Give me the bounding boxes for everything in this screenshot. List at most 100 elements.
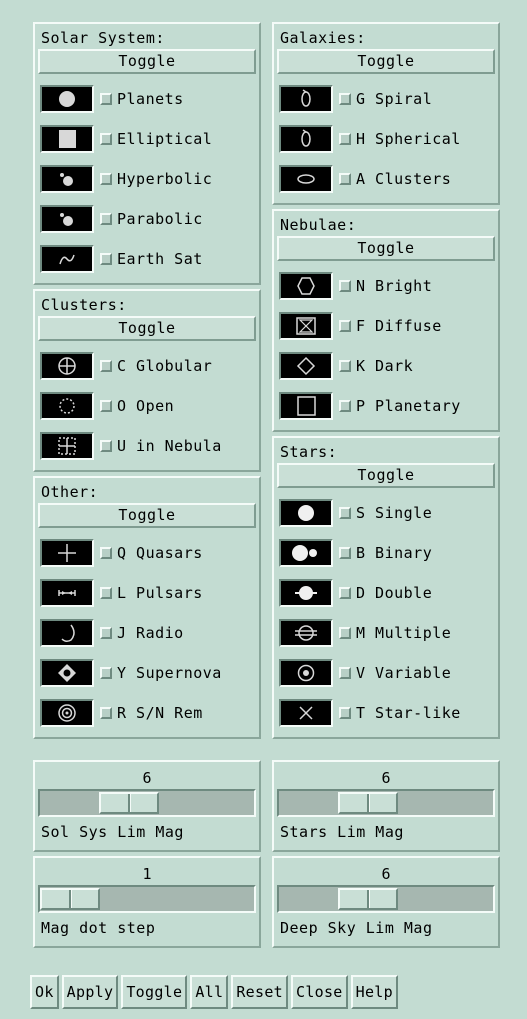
toggle-button[interactable]: Toggle: [121, 975, 188, 1009]
spiral-galaxy-icon: [279, 85, 333, 113]
clusters-toggle-button[interactable]: Toggle: [38, 316, 256, 341]
stars-lim-mag-value: 6: [381, 769, 391, 787]
cluster-in-nebula-icon: [40, 432, 94, 460]
filter-row-multiple[interactable]: M Multiple: [277, 613, 495, 653]
nebulae-toggle-button[interactable]: Toggle: [277, 236, 495, 261]
stars-toggle-button[interactable]: Toggle: [277, 463, 495, 488]
stars-lim-mag-panel: 6 Stars Lim Mag: [272, 760, 500, 852]
globular-checkbox[interactable]: [100, 360, 112, 372]
parabolic-label: Parabolic: [117, 210, 203, 228]
filter-row-open[interactable]: O Open: [38, 386, 256, 426]
deep-sky-lim-mag-slider[interactable]: [277, 885, 495, 913]
nebulae-title: Nebulae:: [280, 216, 357, 234]
planets-label: Planets: [117, 90, 184, 108]
filter-row-pulsars[interactable]: L Pulsars: [38, 573, 256, 613]
filter-row-earth-sat[interactable]: Earth Sat: [38, 239, 256, 279]
bright-label: N Bright: [356, 277, 433, 295]
supernova-checkbox[interactable]: [100, 667, 112, 679]
diffuse-nebula-icon: [279, 312, 333, 340]
stars-lim-mag-slider[interactable]: [277, 789, 495, 817]
sol-sys-lim-mag-value: 6: [142, 769, 152, 787]
bright-checkbox[interactable]: [339, 280, 351, 292]
open-cluster-icon: [40, 392, 94, 420]
quasars-checkbox[interactable]: [100, 547, 112, 559]
mag-dot-step-slider[interactable]: [38, 885, 256, 913]
elliptical-checkbox[interactable]: [100, 133, 112, 145]
filter-row-quasars[interactable]: Q Quasars: [38, 533, 256, 573]
radio-checkbox[interactable]: [100, 627, 112, 639]
all-button[interactable]: All: [190, 975, 229, 1009]
sol-sys-lim-mag-label: Sol Sys Lim Mag: [41, 823, 184, 841]
filter-row-single[interactable]: S Single: [277, 493, 495, 533]
filter-row-in-nebula[interactable]: U in Nebula: [38, 426, 256, 466]
dark-label: K Dark: [356, 357, 414, 375]
parabolic-checkbox[interactable]: [100, 213, 112, 225]
diffuse-checkbox[interactable]: [339, 320, 351, 332]
planets-checkbox[interactable]: [100, 93, 112, 105]
filter-row-double[interactable]: D Double: [277, 573, 495, 613]
filter-row-globular[interactable]: C Globular: [38, 346, 256, 386]
filter-row-spherical[interactable]: H Spherical: [277, 119, 495, 159]
galaxies-toggle-button[interactable]: Toggle: [277, 49, 495, 74]
multiple-checkbox[interactable]: [339, 627, 351, 639]
filter-row-parabolic[interactable]: Parabolic: [38, 199, 256, 239]
earth-sat-checkbox[interactable]: [100, 253, 112, 265]
spherical-checkbox[interactable]: [339, 133, 351, 145]
quasar-cross-icon: [40, 539, 94, 567]
spherical-label: H Spherical: [356, 130, 461, 148]
pulsars-checkbox[interactable]: [100, 587, 112, 599]
filter-row-binary[interactable]: B Binary: [277, 533, 495, 573]
filter-row-hyperbolic[interactable]: Hyperbolic: [38, 159, 256, 199]
open-checkbox[interactable]: [100, 400, 112, 412]
help-button[interactable]: Help: [350, 975, 398, 1009]
reset-button[interactable]: Reset: [231, 975, 288, 1009]
filter-row-spiral[interactable]: G Spiral: [277, 79, 495, 119]
filter-row-planets[interactable]: Planets: [38, 79, 256, 119]
diffuse-label: F Diffuse: [356, 317, 442, 335]
filter-row-star-like[interactable]: T Star-like: [277, 693, 495, 733]
filter-row-planetary[interactable]: P Planetary: [277, 386, 495, 426]
planetary-checkbox[interactable]: [339, 400, 351, 412]
sn-rem-label: R S/N Rem: [117, 704, 203, 722]
ok-button[interactable]: Ok: [30, 975, 59, 1009]
filter-row-radio[interactable]: J Radio: [38, 613, 256, 653]
in-nebula-checkbox[interactable]: [100, 440, 112, 452]
filter-row-variable[interactable]: V Variable: [277, 653, 495, 693]
filter-row-sn-rem[interactable]: R S/N Rem: [38, 693, 256, 733]
solar-system-toggle-button[interactable]: Toggle: [38, 49, 256, 74]
filter-row-galaxy-clusters[interactable]: A Clusters: [277, 159, 495, 199]
mag-dot-step-value: 1: [142, 865, 152, 883]
deep-sky-lim-mag-slider-thumb[interactable]: [338, 888, 398, 910]
stars-lim-mag-slider-thumb[interactable]: [338, 792, 398, 814]
star-like-icon: [279, 699, 333, 727]
multiple-label: M Multiple: [356, 624, 452, 642]
spiral-checkbox[interactable]: [339, 93, 351, 105]
filter-row-diffuse[interactable]: F Diffuse: [277, 306, 495, 346]
filter-row-supernova[interactable]: Y Supernova: [38, 653, 256, 693]
dark-checkbox[interactable]: [339, 360, 351, 372]
mag-dot-step-label: Mag dot step: [41, 919, 156, 937]
double-checkbox[interactable]: [339, 587, 351, 599]
sol-sys-lim-mag-slider[interactable]: [38, 789, 256, 817]
supernova-icon: [40, 659, 94, 687]
filter-row-dark[interactable]: K Dark: [277, 346, 495, 386]
galaxy-clusters-label: A Clusters: [356, 170, 452, 188]
stars-lim-mag-label: Stars Lim Mag: [280, 823, 404, 841]
mag-dot-step-slider-thumb[interactable]: [40, 888, 100, 910]
single-checkbox[interactable]: [339, 507, 351, 519]
galaxy-clusters-checkbox[interactable]: [339, 173, 351, 185]
binary-checkbox[interactable]: [339, 547, 351, 559]
filter-row-elliptical[interactable]: Elliptical: [38, 119, 256, 159]
dark-nebula-icon: [279, 352, 333, 380]
star-like-checkbox[interactable]: [339, 707, 351, 719]
filter-row-bright[interactable]: N Bright: [277, 266, 495, 306]
hyperbolic-checkbox[interactable]: [100, 173, 112, 185]
apply-button[interactable]: Apply: [61, 975, 119, 1009]
sn-rem-checkbox[interactable]: [100, 707, 112, 719]
sol-sys-lim-mag-slider-thumb[interactable]: [99, 792, 159, 814]
other-toggle-button[interactable]: Toggle: [38, 503, 256, 528]
hyperbolic-label: Hyperbolic: [117, 170, 213, 188]
variable-label: V Variable: [356, 664, 452, 682]
close-button[interactable]: Close: [290, 975, 348, 1009]
variable-checkbox[interactable]: [339, 667, 351, 679]
